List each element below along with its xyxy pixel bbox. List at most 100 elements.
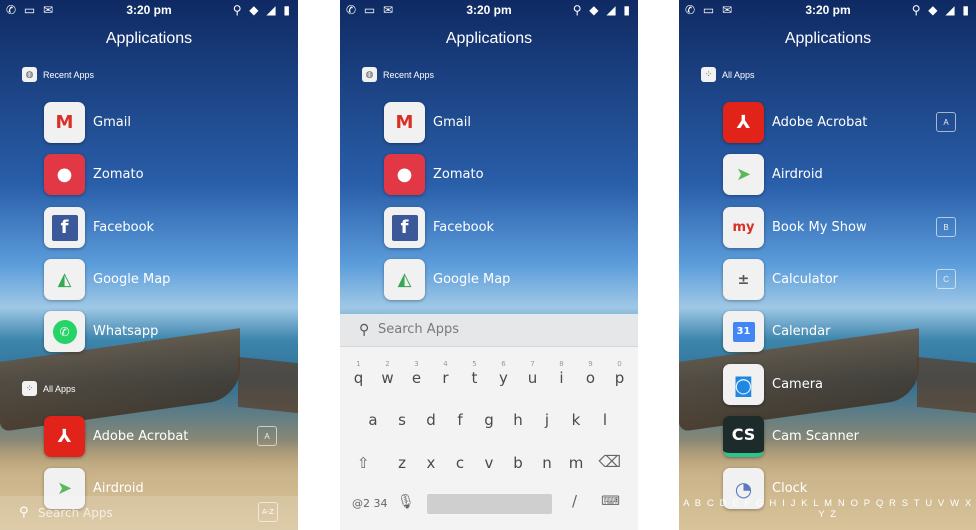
index-letter-c[interactable]: C bbox=[936, 269, 956, 289]
key-n[interactable]: n bbox=[533, 454, 562, 472]
app-google-map[interactable]: ◭ Google Map bbox=[44, 259, 170, 300]
key-o[interactable]: 9o bbox=[576, 360, 605, 387]
app-gmail[interactable]: M Gmail bbox=[384, 102, 471, 143]
adobe-acrobat-icon: ⅄ bbox=[723, 102, 764, 143]
app-zomato[interactable]: ● Zomato bbox=[44, 154, 144, 195]
app-label: Zomato bbox=[93, 167, 144, 182]
key-h[interactable]: h bbox=[504, 411, 533, 429]
search-icon: ⚲ bbox=[19, 505, 29, 520]
app-facebook[interactable]: f Facebook bbox=[44, 207, 154, 248]
system-icons: ⚲ ◆ ◢ ▮ bbox=[232, 3, 292, 17]
index-letter-b[interactable]: B bbox=[936, 217, 956, 237]
app-adobe-acrobat[interactable]: ⅄ Adobe Acrobat bbox=[723, 102, 867, 143]
app-camera[interactable]: ◙ Camera bbox=[723, 364, 823, 405]
app-label: Calendar bbox=[772, 324, 831, 339]
app-google-map[interactable]: ◭ Google Map bbox=[384, 259, 510, 300]
key-t[interactable]: 5t bbox=[460, 360, 489, 387]
search-bar[interactable]: ⚲ Search Apps A-Z bbox=[0, 496, 298, 530]
app-label: Adobe Acrobat bbox=[772, 115, 868, 130]
app-label: Facebook bbox=[433, 220, 495, 235]
app-calculator[interactable]: ± Calculator bbox=[723, 259, 838, 300]
key-m[interactable]: m bbox=[562, 454, 591, 472]
key-l[interactable]: l bbox=[591, 411, 620, 429]
status-bar: ✆ ▭ ✉ 3:20 pm ⚲ ◆ ◢ ▮ bbox=[0, 0, 298, 22]
app-calendar[interactable]: 31 Calendar bbox=[723, 311, 830, 352]
key-d[interactable]: d bbox=[417, 411, 446, 429]
facebook-icon: f bbox=[384, 207, 425, 248]
adobe-acrobat-icon: ⅄ bbox=[44, 416, 85, 457]
whatsapp-icon: ✆ bbox=[44, 311, 85, 352]
key-label: l bbox=[602, 411, 608, 429]
shift-key[interactable]: ⇧ bbox=[357, 454, 370, 472]
key-label: r bbox=[442, 369, 449, 387]
az-sort-button[interactable]: A-Z bbox=[258, 502, 278, 522]
key-number-hint: 9 bbox=[588, 360, 593, 368]
app-book-my-show[interactable]: my Book My Show bbox=[723, 207, 867, 248]
key-i[interactable]: 8i bbox=[547, 360, 576, 387]
grid-icon: ⁘ bbox=[701, 67, 716, 82]
key-s[interactable]: s bbox=[388, 411, 417, 429]
key-w[interactable]: 2w bbox=[373, 360, 402, 387]
symbols-key[interactable]: @2 34 bbox=[352, 497, 388, 510]
key-label: p bbox=[614, 369, 625, 387]
key-number-hint: 1 bbox=[356, 360, 361, 368]
slash-key[interactable]: / bbox=[572, 492, 577, 510]
page-title: Applications bbox=[105, 30, 193, 47]
recent-icon: ◍ bbox=[22, 67, 37, 82]
key-label: s bbox=[398, 411, 406, 429]
key-f[interactable]: f bbox=[446, 411, 475, 429]
key-number-hint: 4 bbox=[443, 360, 448, 368]
key-a[interactable]: a bbox=[359, 411, 388, 429]
microphone-icon[interactable]: 🎙 bbox=[397, 494, 415, 510]
app-whatsapp[interactable]: ✆ Whatsapp bbox=[44, 311, 158, 352]
app-cam-scanner[interactable]: CS Cam Scanner bbox=[723, 416, 859, 457]
key-q[interactable]: 1q bbox=[344, 360, 373, 387]
key-y[interactable]: 6y bbox=[489, 360, 518, 387]
key-z[interactable]: z bbox=[388, 454, 417, 472]
key-label: h bbox=[513, 411, 523, 429]
key-number-hint: 0 bbox=[617, 360, 622, 368]
app-label: Google Map bbox=[433, 272, 511, 287]
key-k[interactable]: k bbox=[562, 411, 591, 429]
key-label: i bbox=[559, 369, 564, 387]
key-g[interactable]: g bbox=[475, 411, 504, 429]
key-number-hint: 5 bbox=[472, 360, 477, 368]
zomato-icon: ● bbox=[384, 154, 425, 195]
key-e[interactable]: 3e bbox=[402, 360, 431, 387]
backspace-key[interactable]: ⌫ bbox=[598, 452, 621, 471]
key-j[interactable]: j bbox=[533, 411, 562, 429]
key-label: j bbox=[544, 411, 550, 429]
search-input[interactable]: Search Apps bbox=[38, 506, 113, 520]
key-x[interactable]: x bbox=[417, 454, 446, 472]
key-p[interactable]: 0p bbox=[605, 360, 634, 387]
key-number-hint: 3 bbox=[414, 360, 419, 368]
index-letter-a[interactable]: A bbox=[257, 426, 277, 446]
key-number-hint: 6 bbox=[501, 360, 506, 368]
search-input[interactable]: Search Apps bbox=[378, 322, 459, 337]
alphabet-index-bar[interactable]: A B C D E F G H I J K L M N O P Q R S T … bbox=[679, 498, 976, 520]
app-airdroid[interactable]: ➤ Airdroid bbox=[723, 154, 823, 195]
key-r[interactable]: 4r bbox=[431, 360, 460, 387]
app-label: Gmail bbox=[93, 115, 131, 130]
app-label: Camera bbox=[772, 377, 824, 392]
key-label: q bbox=[353, 369, 364, 387]
key-label: z bbox=[398, 454, 406, 472]
gmail-icon: M bbox=[44, 102, 85, 143]
index-letter-a[interactable]: A bbox=[936, 112, 956, 132]
search-bar[interactable]: ⚲ Search Apps bbox=[340, 314, 638, 347]
key-u[interactable]: 7u bbox=[518, 360, 547, 387]
app-adobe-acrobat[interactable]: ⅄ Adobe Acrobat bbox=[44, 416, 188, 457]
space-bar[interactable] bbox=[427, 494, 552, 514]
boat-background bbox=[238, 356, 298, 414]
app-zomato[interactable]: ● Zomato bbox=[384, 154, 484, 195]
keyboard-icon[interactable]: ⌨ bbox=[601, 494, 620, 509]
all-apps-label: All Apps bbox=[722, 69, 755, 80]
key-v[interactable]: v bbox=[475, 454, 504, 472]
app-gmail[interactable]: M Gmail bbox=[44, 102, 131, 143]
app-facebook[interactable]: f Facebook bbox=[384, 207, 494, 248]
recent-apps-label: Recent Apps bbox=[383, 69, 435, 80]
key-c[interactable]: c bbox=[446, 454, 475, 472]
key-b[interactable]: b bbox=[504, 454, 533, 472]
status-bar: ✆ ▭ ✉ 3:20 pm ⚲ ◆ ◢ ▮ bbox=[340, 0, 638, 22]
key-number-hint: 7 bbox=[530, 360, 535, 368]
